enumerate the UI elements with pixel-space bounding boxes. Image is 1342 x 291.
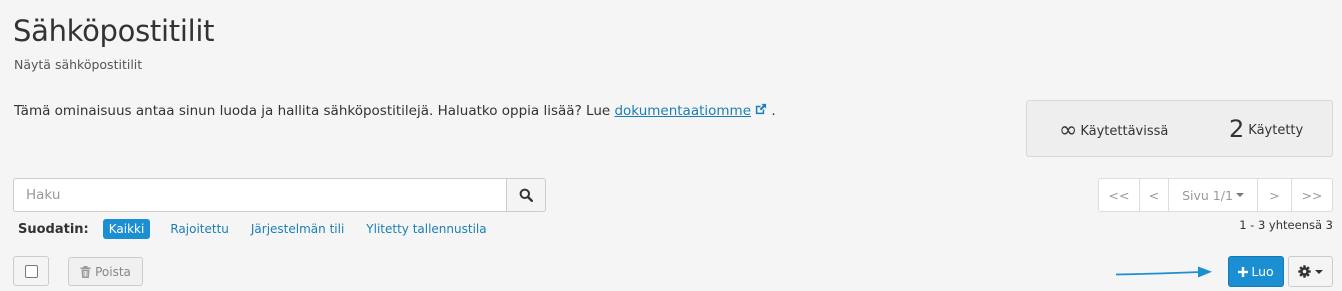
intro-suffix: .	[767, 103, 776, 119]
intro-text: Tämä ominaisuus antaa sinun luoda ja hal…	[14, 103, 776, 119]
stat-used: 2 Käytetty	[1229, 115, 1303, 143]
delete-button-label: Poista	[95, 264, 131, 279]
page-title: Sähköpostitilit	[13, 14, 215, 48]
chevron-down-icon	[1235, 193, 1244, 197]
search-icon	[519, 188, 533, 202]
filter-restricted[interactable]: Rajoitettu	[170, 222, 229, 236]
documentation-link[interactable]: dokumentaatiomme	[614, 103, 751, 119]
next-page-button[interactable]: >	[1257, 178, 1292, 212]
prev-page-button[interactable]: <	[1139, 178, 1169, 212]
external-link-icon[interactable]	[754, 103, 767, 116]
results-count: 1 - 3 yhteensä 3	[1239, 218, 1333, 232]
filter-bar: Suodatin: Kaikki Rajoitettu Järjestelmän…	[18, 219, 509, 239]
last-page-button[interactable]: >>	[1291, 178, 1333, 212]
create-button-label: Luo	[1251, 264, 1274, 279]
gear-icon	[1298, 265, 1311, 278]
filter-all[interactable]: Kaikki	[102, 219, 151, 239]
usage-stats-panel: ∞ Käytettävissä 2 Käytetty	[1026, 100, 1333, 157]
filter-label: Suodatin:	[18, 221, 89, 237]
settings-dropdown-button[interactable]	[1288, 256, 1333, 287]
arrow-pointer-icon	[1115, 266, 1212, 278]
stat-available-label: Käytettävissä	[1080, 124, 1169, 139]
search-button[interactable]	[506, 178, 546, 212]
page-subtitle: Näytä sähköpostitilit	[14, 57, 143, 72]
delete-button[interactable]: Poista	[68, 257, 143, 286]
select-all-checkbox[interactable]	[13, 256, 49, 286]
documentation-link-label: dokumentaatiomme	[614, 103, 752, 119]
page-select-label: Sivu 1/1	[1182, 187, 1233, 203]
infinity-icon: ∞	[1059, 118, 1078, 143]
filter-storage-exceeded[interactable]: Ylitetty tallennustila	[366, 222, 486, 236]
stat-used-value: 2	[1229, 115, 1245, 143]
stat-available: ∞ Käytettävissä	[1059, 118, 1168, 143]
filter-system-account[interactable]: Järjestelmän tili	[251, 222, 344, 236]
first-page-button[interactable]: <<	[1098, 178, 1140, 212]
pagination: << < Sivu 1/1 > >>	[1098, 178, 1333, 212]
create-button[interactable]: Luo	[1228, 256, 1284, 287]
search-input[interactable]	[13, 178, 507, 212]
trash-icon	[80, 265, 91, 278]
intro-body: Tämä ominaisuus antaa sinun luoda ja hal…	[14, 103, 615, 119]
page-select[interactable]: Sivu 1/1	[1168, 178, 1258, 212]
checkbox-box[interactable]	[24, 264, 38, 278]
stat-used-label: Käytetty	[1248, 123, 1304, 138]
plus-icon	[1238, 266, 1249, 277]
chevron-down-icon	[1315, 269, 1323, 274]
